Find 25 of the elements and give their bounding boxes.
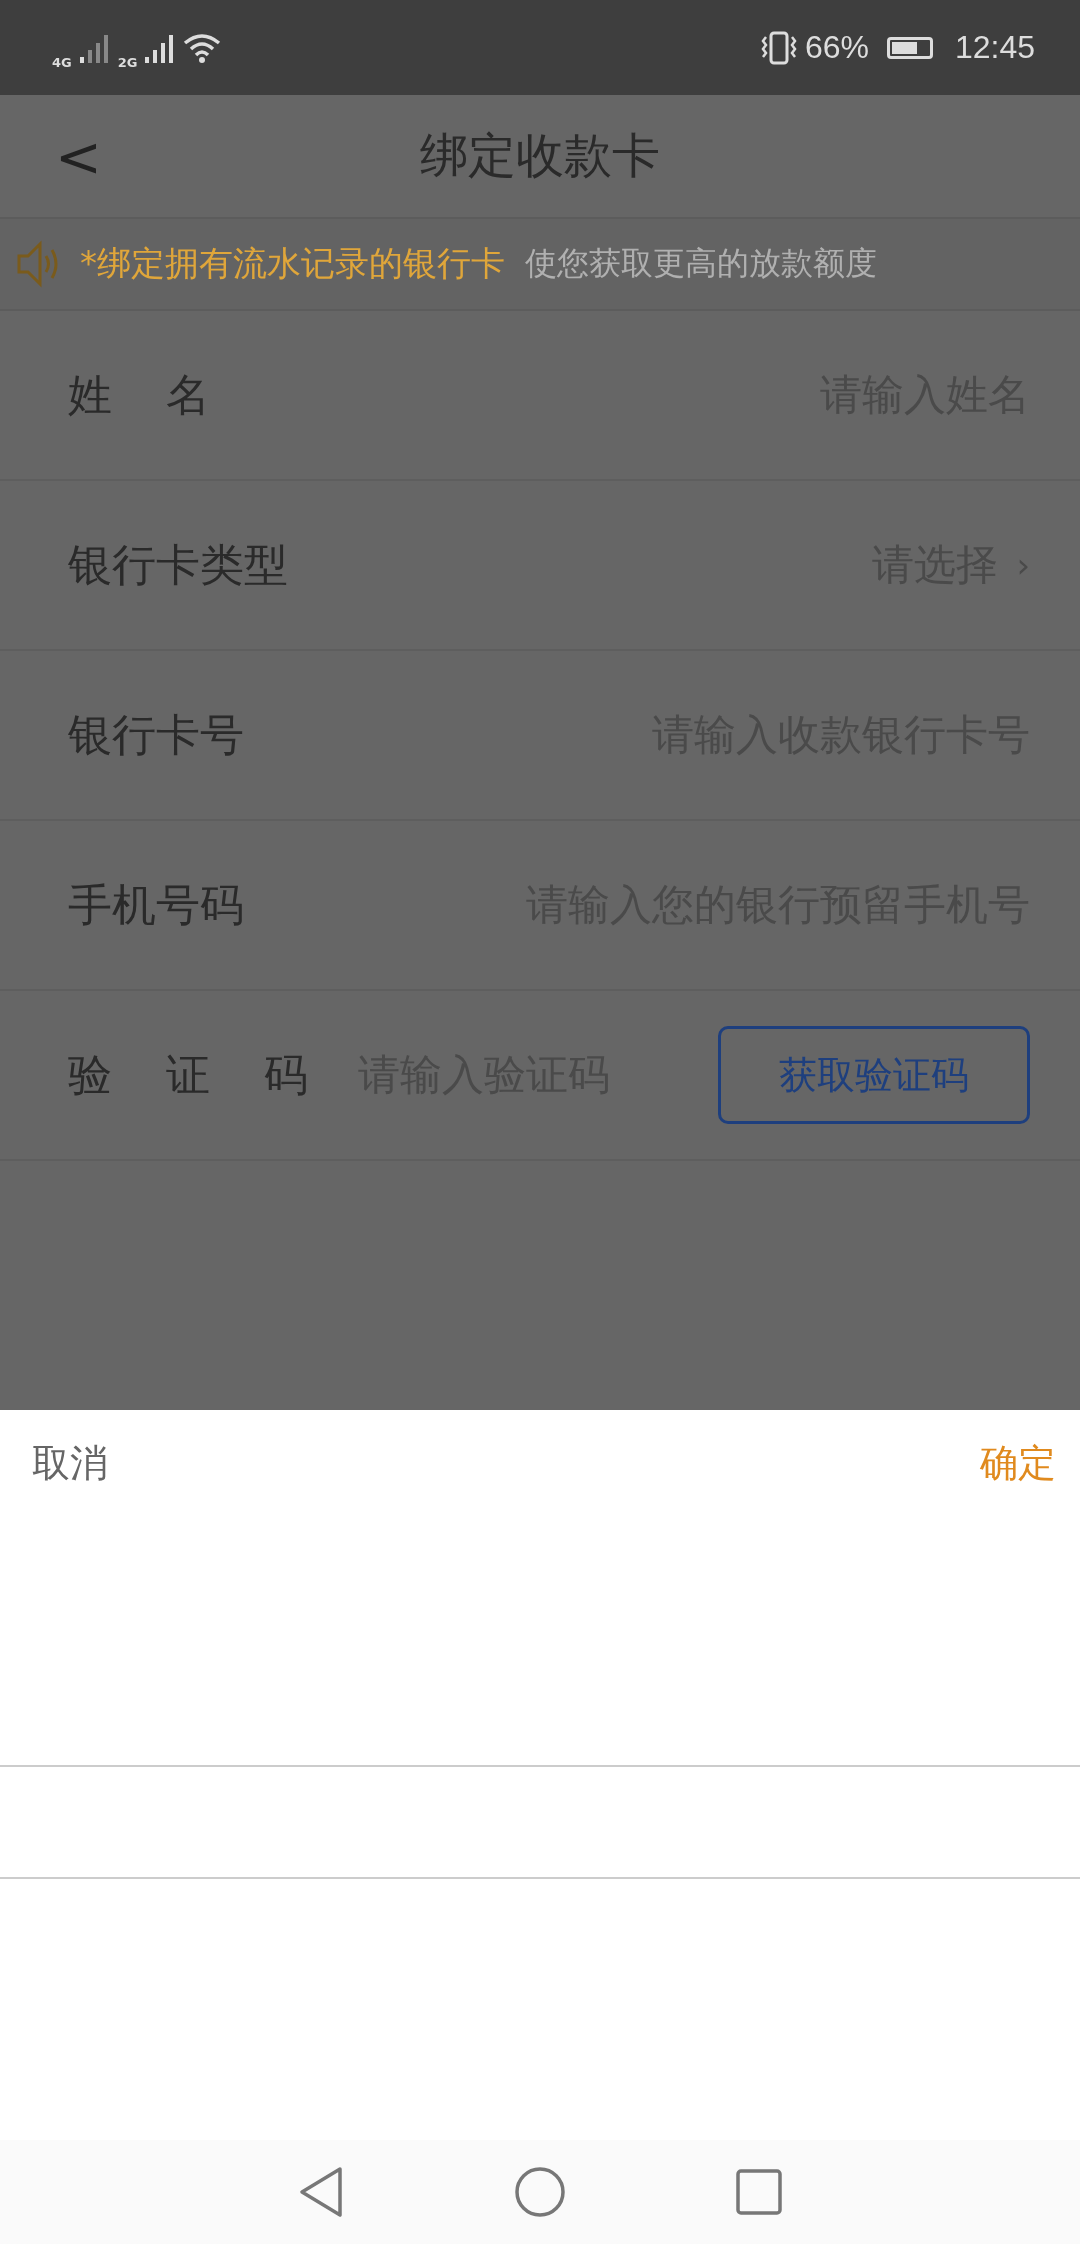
confirm-button[interactable]: 确定 [980,1438,1056,1520]
signal-icon [79,32,110,63]
back-button[interactable]: < [55,123,102,189]
field-label: 验 证 码 [68,1047,308,1102]
battery-percent: 66% [804,29,869,66]
vibrate-icon [760,30,797,65]
speaker-icon [16,238,60,290]
network-label: 2G [117,55,138,70]
notice-highlight: *绑定拥有流水记录的银行卡 [80,242,505,285]
wifi-icon [183,32,222,63]
home-nav-icon[interactable] [514,2166,566,2218]
get-code-button[interactable]: 获取验证码 [718,1026,1030,1124]
notice-text: 使您获取更高的放款额度 [525,243,877,284]
battery-icon [886,36,933,59]
clock: 12:45 [954,29,1035,66]
field-label: 手机号码 [68,877,244,932]
field-label: 姓 名 [68,367,210,422]
network-label: 4G [52,55,72,70]
cancel-button[interactable]: 取消 [32,1438,108,1520]
signal-icon [145,32,176,63]
field-label: 银行卡类型 [68,537,288,592]
page-title: 绑定收款卡 [420,126,660,185]
recents-nav-icon[interactable] [736,2169,782,2215]
field-label: 银行卡号 [68,707,244,762]
back-nav-icon[interactable] [298,2166,344,2218]
